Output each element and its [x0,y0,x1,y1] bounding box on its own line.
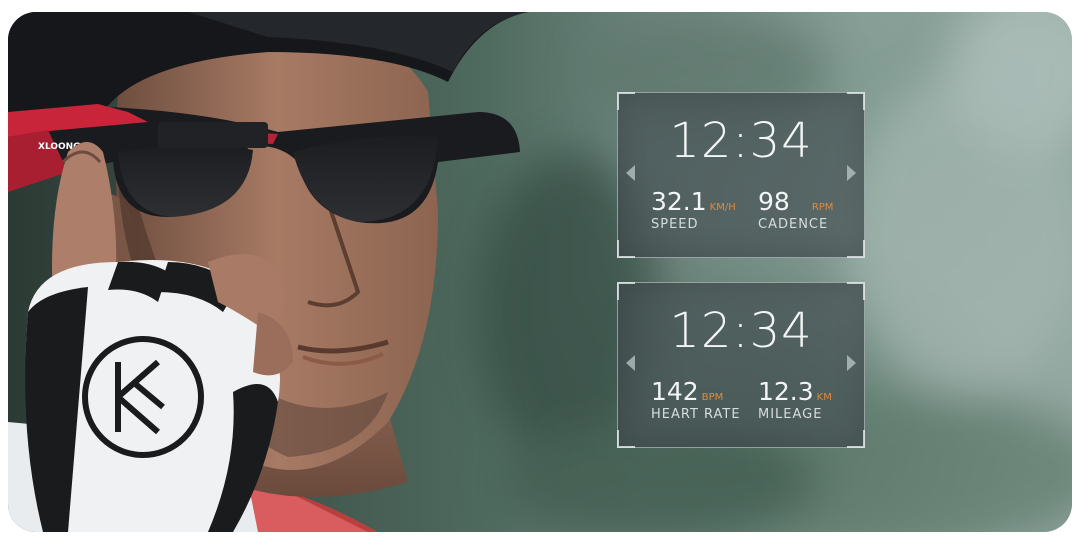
hud-corner [847,92,865,110]
hud-corner [617,240,635,258]
hud-corner [847,282,865,300]
heart-rate-label: HEART RATE [651,407,741,422]
arrow-left-icon [626,165,635,181]
mileage-unit: KM [816,392,832,403]
cyclist-photo: XLOONG [8,12,528,532]
speed-unit: KM/H [709,202,736,213]
hud-panel-heartrate-mileage: 12:34 142 BPM HEART RATE 12.3 KM MILEAGE [617,282,865,448]
hud-corner [617,92,635,110]
cadence-value: 98 [758,187,790,216]
metric-mileage: 12.3 KM MILEAGE [758,379,832,422]
metric-speed: 32.1 KM/H SPEED [651,189,736,232]
speed-label: SPEED [651,217,699,232]
heart-rate-unit: BPM [701,392,724,403]
hud-corner [617,282,635,300]
metric-heart-rate: 142 BPM HEART RATE [651,379,741,422]
hud-panel-speed-cadence: 12:34 32.1 KM/H SPEED 98 RPM CADENCE [617,92,865,258]
hud-clock: 12:34 [669,303,813,359]
metric-cadence: 98 RPM CADENCE [758,189,833,232]
photo-frame: XLOONG 12:34 32.1 KM/H SPEED 98 RPM CADE… [8,12,1072,532]
hud-corner [847,240,865,258]
cadence-unit: RPM [811,202,834,213]
hud-corner [847,430,865,448]
arrow-left-icon [626,355,635,371]
cadence-label: CADENCE [758,217,829,232]
arrow-right-icon [847,165,856,181]
hud-clock: 12:34 [669,113,813,169]
speed-value: 32.1 [651,187,707,216]
heart-rate-value: 142 [651,377,699,406]
mileage-label: MILEAGE [758,407,823,422]
arrow-right-icon [847,355,856,371]
hud-corner [617,430,635,448]
mileage-value: 12.3 [758,377,814,406]
